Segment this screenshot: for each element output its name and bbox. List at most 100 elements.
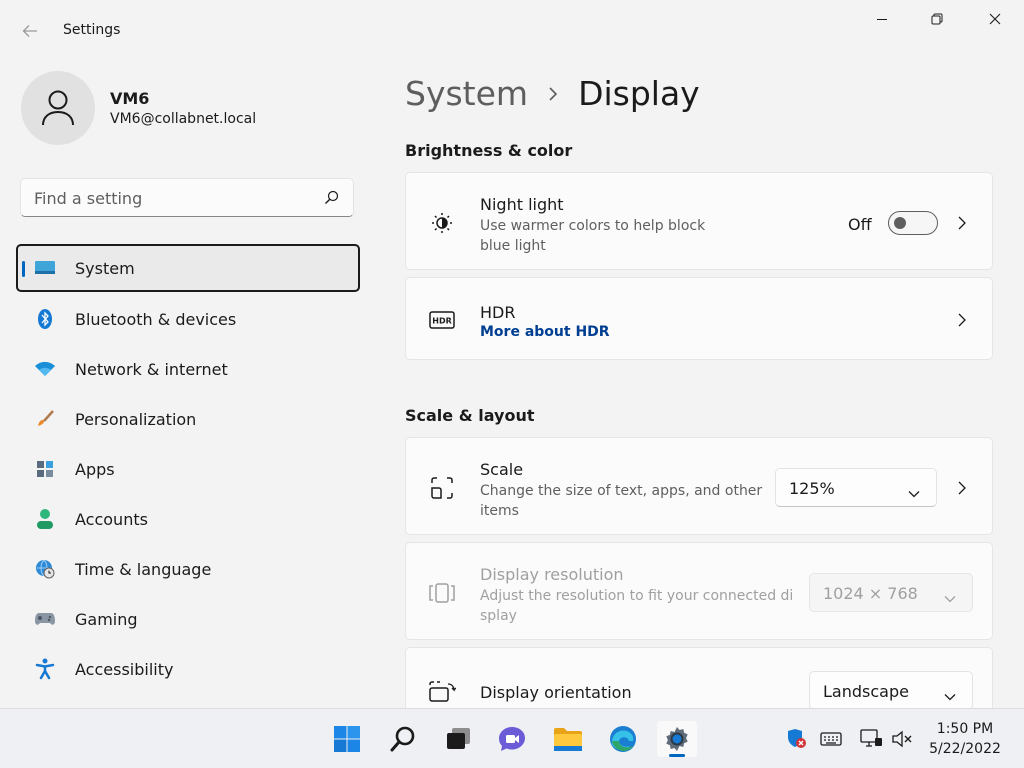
avatar[interactable] (21, 71, 95, 145)
network-icon (860, 729, 882, 747)
minimize-icon (877, 19, 887, 20)
chevron-down-icon (908, 483, 920, 502)
keyboard-icon (820, 732, 842, 746)
sidebar-item-bluetooth[interactable]: Bluetooth & devices (16, 294, 360, 344)
hdr-icon: HDR (428, 306, 456, 334)
night-light-toggle[interactable] (888, 211, 938, 235)
section-title-scale-layout: Scale & layout (405, 406, 535, 425)
shield-alert-icon (788, 729, 806, 748)
paintbrush-icon (34, 408, 56, 430)
hdr-card[interactable]: HDR HDR More about HDR (405, 277, 993, 360)
hdr-title: HDR (480, 303, 516, 322)
brightness-icon (428, 209, 456, 237)
chevron-right-icon[interactable] (954, 215, 970, 231)
resolution-value: 1024 × 768 (823, 584, 918, 603)
sidebar-item-system[interactable]: System (16, 244, 360, 292)
orientation-dropdown[interactable]: Landscape (809, 671, 973, 708)
search-icon[interactable] (324, 190, 339, 209)
scale-dropdown[interactable]: 125% (775, 468, 937, 507)
scale-icon (428, 474, 456, 502)
sidebar-item-network[interactable]: Network & internet (16, 344, 360, 394)
orientation-icon (428, 678, 456, 706)
chevron-right-icon[interactable] (954, 312, 970, 328)
active-app-indicator (669, 754, 685, 757)
display-resolution-card: Display resolution Adjust the resolution… (405, 542, 993, 640)
display-resolution-desc-line1: Adjust the resolution to fit your connec… (480, 588, 794, 604)
chevron-right-icon[interactable] (954, 480, 970, 496)
scale-desc-line2: items (480, 503, 519, 519)
taskbar-search-button[interactable] (383, 721, 423, 757)
search-input[interactable] (34, 187, 304, 209)
taskbar-clock[interactable]: 1:50 PM 5/22/2022 (915, 719, 1015, 759)
scale-value: 125% (789, 479, 835, 498)
display-resolution-title: Display resolution (480, 565, 624, 584)
title-bar: Settings (0, 0, 1024, 48)
sidebar-item-label: Accessibility (75, 659, 174, 679)
volume-tray[interactable] (890, 728, 914, 750)
file-explorer-icon (554, 728, 582, 751)
settings-taskbar-button[interactable] (657, 721, 697, 757)
person-outline-icon (42, 90, 74, 126)
monitor-icon (34, 257, 56, 279)
sidebar-item-label: Accounts (75, 509, 148, 529)
more-about-hdr-link[interactable]: More about HDR (480, 324, 610, 340)
restore-button[interactable] (914, 8, 960, 30)
page-title: Display (578, 74, 700, 113)
accessibility-icon (34, 658, 56, 680)
sidebar-item-apps[interactable]: Apps (16, 444, 360, 494)
sidebar-item-label: Network & internet (75, 359, 228, 379)
chat-button[interactable] (492, 721, 532, 757)
resolution-dropdown: 1024 × 768 (809, 573, 973, 612)
night-light-desc-line1: Use warmer colors to help block (480, 218, 706, 234)
night-light-card[interactable]: Night light Use warmer colors to help bl… (405, 172, 993, 270)
task-view-button[interactable] (438, 721, 478, 757)
edge-button[interactable] (603, 721, 643, 757)
night-light-title: Night light (480, 195, 564, 214)
scale-title: Scale (480, 460, 524, 479)
chevron-right-icon (548, 86, 558, 102)
display-orientation-card[interactable]: Display orientation Landscape (405, 647, 993, 708)
sidebar-item-label: Time & language (75, 559, 212, 579)
chevron-down-icon (944, 588, 956, 607)
sidebar-item-label: Personalization (75, 409, 197, 429)
sidebar-item-accounts[interactable]: Accounts (16, 494, 360, 544)
bluetooth-icon (34, 308, 56, 330)
sidebar-item-time-language[interactable]: Time & language (16, 544, 360, 594)
scale-card[interactable]: Scale Change the size of text, apps, and… (405, 437, 993, 535)
network-tray[interactable] (859, 728, 883, 750)
section-title-brightness: Brightness & color (405, 141, 573, 160)
breadcrumb-parent[interactable]: System (405, 74, 528, 113)
close-icon (989, 13, 1001, 25)
keyboard-tray[interactable] (819, 728, 843, 750)
minimize-button[interactable] (859, 8, 905, 30)
resolution-icon (428, 579, 456, 607)
close-button[interactable] (972, 8, 1018, 30)
edge-icon (610, 726, 636, 752)
display-resolution-desc-line2: splay (480, 608, 517, 624)
sidebar-item-gaming[interactable]: Gaming (16, 594, 360, 644)
file-explorer-button[interactable] (548, 721, 588, 757)
sidebar-item-personalization[interactable]: Personalization (16, 394, 360, 444)
start-button[interactable] (327, 721, 367, 757)
orientation-value: Landscape (823, 682, 909, 701)
search-box[interactable] (20, 178, 354, 217)
svg-text:HDR: HDR (432, 317, 452, 326)
window-title: Settings (63, 22, 121, 38)
night-light-state: Off (848, 215, 872, 234)
toggle-knob (894, 217, 906, 229)
sidebar-item-accessibility[interactable]: Accessibility (16, 644, 360, 694)
windows-security-tray[interactable] (785, 728, 809, 750)
night-light-desc-line2: blue light (480, 238, 546, 254)
back-button[interactable] (14, 16, 46, 46)
taskbar: 1:50 PM 5/22/2022 (0, 708, 1024, 768)
clock-date: 5/22/2022 (929, 741, 1001, 757)
volume-muted-icon (892, 730, 912, 748)
gamepad-icon (34, 608, 56, 630)
search-icon (390, 726, 415, 752)
user-email: VM6@collabnet.local (110, 111, 257, 127)
selection-indicator (22, 261, 25, 277)
start-icon (334, 726, 360, 752)
settings-icon (666, 727, 688, 751)
user-name: VM6 (110, 89, 150, 108)
sidebar-item-label: System (75, 258, 135, 278)
